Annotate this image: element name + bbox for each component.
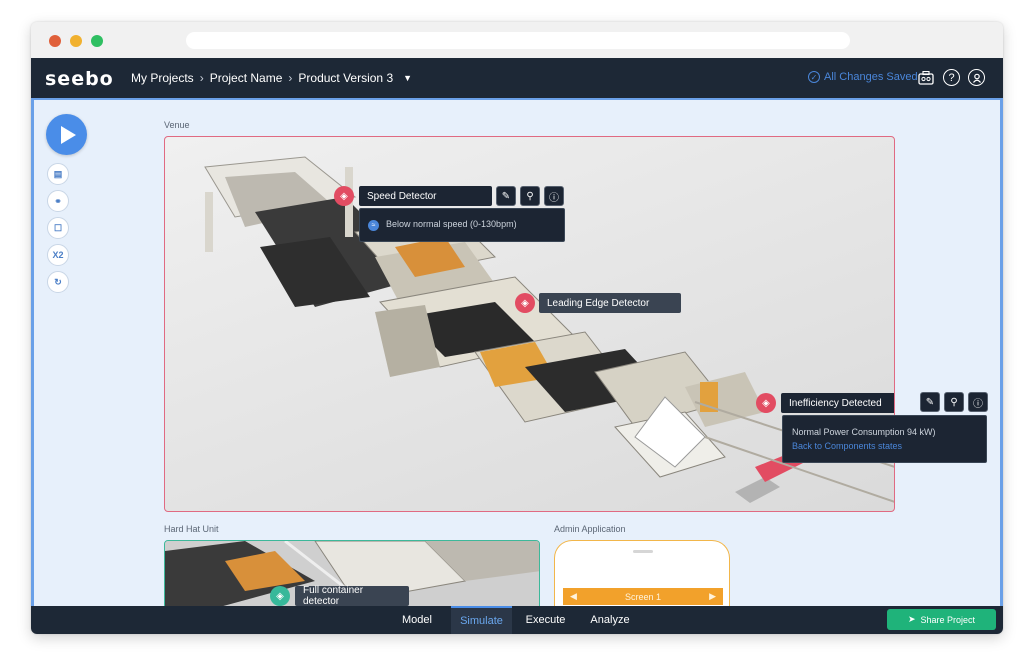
- reset-icon: ↻: [54, 276, 62, 287]
- back-to-states-link[interactable]: Back to Components states: [792, 439, 977, 453]
- phone-speaker: [633, 550, 653, 553]
- next-screen-icon[interactable]: ▶: [709, 591, 716, 602]
- chevron-right-icon: ›: [199, 71, 204, 85]
- user-account-icon[interactable]: [968, 69, 985, 86]
- screen-selector[interactable]: ◀ Screen 1 ▶: [563, 588, 723, 605]
- hard-hat-unit-canvas[interactable]: ◈ Full container detector: [164, 540, 540, 610]
- admin-application-label: Admin Application: [554, 524, 626, 534]
- hierarchy-button[interactable]: ⚭: [47, 190, 69, 212]
- speed-x2-icon: X2: [52, 250, 64, 260]
- speed-detector-tag[interactable]: Speed Detector: [359, 186, 492, 206]
- breadcrumb-project-name[interactable]: Project Name: [210, 71, 283, 85]
- caret-down-icon[interactable]: ▼: [403, 73, 412, 83]
- tab-analyze[interactable]: Analyze: [581, 606, 639, 634]
- play-simulation-button[interactable]: [46, 114, 87, 155]
- breadcrumb-my-projects[interactable]: My Projects: [131, 71, 194, 85]
- document-button[interactable]: ▤: [47, 163, 69, 185]
- check-circle-icon: ✓: [808, 71, 820, 83]
- hierarchy-icon: ⚭: [54, 195, 62, 206]
- chevron-right-icon: ›: [288, 71, 293, 85]
- simulation-workspace: ▤ ⚭ ☐ X2 ↻ Venue ◈ Speed Detector ✎ ⚲ ⓘ …: [31, 98, 1003, 610]
- cube-icon[interactable]: ◈: [334, 186, 354, 206]
- paper-plane-icon: ➤: [907, 614, 916, 624]
- share-project-label: Share Project: [920, 614, 976, 625]
- play-icon: [61, 125, 76, 144]
- inefficiency-detail: Normal Power Consumption 94 kW): [792, 427, 936, 437]
- link-icon[interactable]: ⚲: [520, 186, 540, 206]
- inefficiency-detail-popup: Normal Power Consumption 94 kW) Back to …: [782, 415, 987, 463]
- prev-screen-icon[interactable]: ◀: [570, 591, 577, 602]
- cube-icon[interactable]: ◈: [756, 393, 776, 413]
- save-status-label: All Changes Saved: [824, 71, 918, 83]
- browser-chrome: [31, 22, 1003, 58]
- document-icon: ▤: [53, 168, 63, 179]
- full-container-detector-tag[interactable]: Full container detector: [295, 585, 409, 607]
- minimize-window-button[interactable]: [70, 35, 82, 47]
- inefficiency-detected-tag[interactable]: Inefficiency Detected: [781, 393, 894, 413]
- save-status: ✓ All Changes Saved: [808, 71, 918, 83]
- tab-model[interactable]: Model: [391, 606, 443, 634]
- screen-label: Screen 1: [624, 591, 662, 602]
- device-icon[interactable]: [917, 69, 934, 86]
- cube-icon[interactable]: ◈: [270, 586, 290, 606]
- cube-icon[interactable]: ◈: [515, 293, 535, 313]
- tab-execute[interactable]: Execute: [518, 606, 573, 634]
- leading-edge-detector-tag[interactable]: Leading Edge Detector: [539, 293, 681, 313]
- speed-detector-state[interactable]: Below normal speed (0-130bpm): [386, 219, 517, 229]
- link-icon[interactable]: ⚲: [944, 392, 964, 412]
- admin-app-phone-preview[interactable]: ◀ Screen 1 ▶: [554, 540, 730, 610]
- comment-button[interactable]: ☐: [47, 217, 69, 239]
- edit-pencil-icon[interactable]: ✎: [920, 392, 940, 412]
- share-project-button[interactable]: ➤ Share Project: [887, 609, 996, 630]
- state-icon: ≈: [368, 220, 379, 231]
- address-bar[interactable]: [186, 32, 850, 49]
- mode-tab-bar: Model Simulate Execute Analyze ➤ Share P…: [31, 606, 1003, 634]
- breadcrumb-product-version[interactable]: Product Version 3: [298, 71, 393, 85]
- breadcrumb: My Projects › Project Name › Product Ver…: [131, 71, 412, 85]
- app-header: seebo My Projects › Project Name › Produ…: [31, 58, 1003, 98]
- help-icon[interactable]: ?: [943, 69, 960, 86]
- edit-pencil-icon[interactable]: ✎: [496, 186, 516, 206]
- reset-button[interactable]: ↻: [47, 271, 69, 293]
- browser-window: seebo My Projects › Project Name › Produ…: [31, 22, 1003, 634]
- info-icon[interactable]: ⓘ: [544, 186, 564, 206]
- seebo-logo[interactable]: seebo: [45, 68, 114, 90]
- close-window-button[interactable]: [49, 35, 61, 47]
- info-icon[interactable]: ⓘ: [968, 392, 988, 412]
- hard-hat-unit-label: Hard Hat Unit: [164, 524, 219, 534]
- venue-label: Venue: [164, 120, 190, 130]
- speed-detector-state-popup: ≈ Below normal speed (0-130bpm): [359, 208, 565, 242]
- speed-x2-button[interactable]: X2: [47, 244, 69, 266]
- tab-simulate[interactable]: Simulate: [451, 606, 512, 634]
- maximize-window-button[interactable]: [91, 35, 103, 47]
- comment-icon: ☐: [53, 222, 63, 233]
